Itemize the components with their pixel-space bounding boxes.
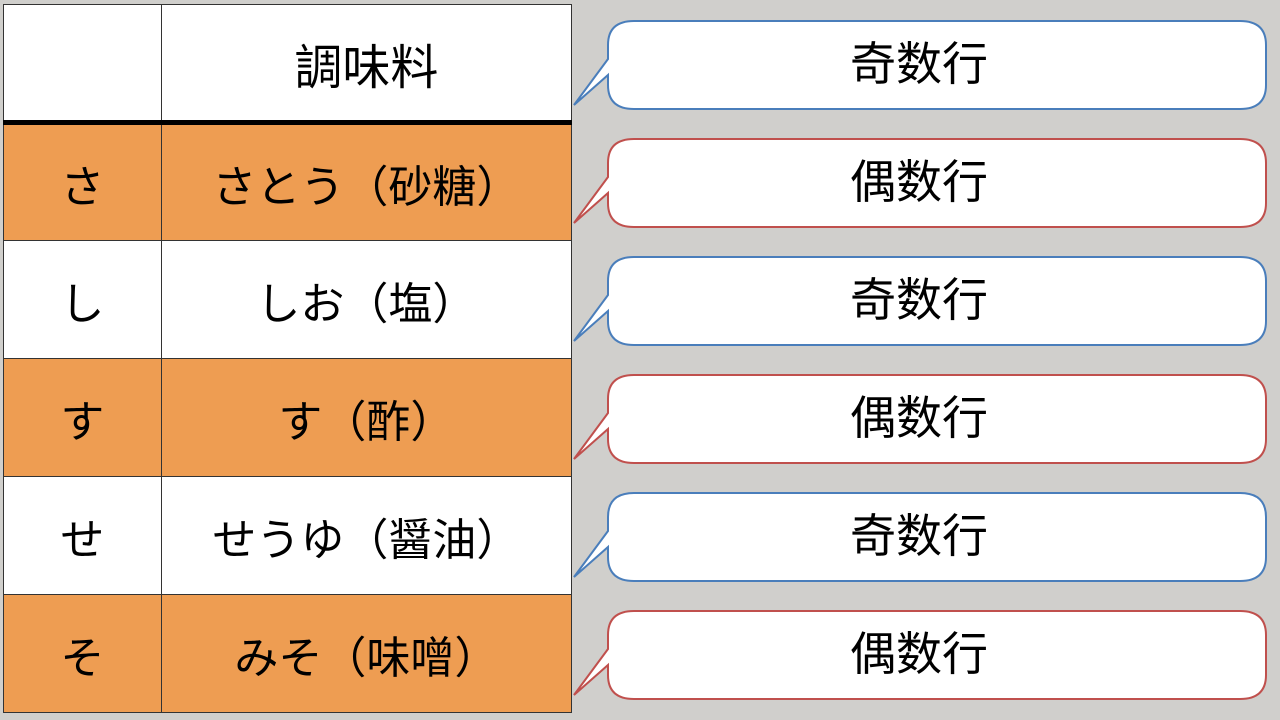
row-value: せうゆ（醤油）: [161, 477, 571, 595]
header-cell-a: [4, 5, 162, 123]
row-key: さ: [4, 123, 162, 241]
row-value: しお（塩）: [161, 241, 571, 359]
callout-label: 奇数行: [608, 251, 1230, 343]
seasoning-table: 調味料 さ さとう（砂糖） し しお（塩） す す（酢） せ せうゆ（醤油） そ…: [3, 4, 572, 713]
callout-label: 奇数行: [608, 487, 1230, 579]
row-key: し: [4, 241, 162, 359]
callout-label: 偶数行: [608, 133, 1230, 225]
callout-label: 偶数行: [608, 605, 1230, 697]
callout-bubble: 偶数行: [608, 133, 1230, 225]
row-key: せ: [4, 477, 162, 595]
callout-bubble: 偶数行: [608, 605, 1230, 697]
row-value: さとう（砂糖）: [161, 123, 571, 241]
table-row: し しお（塩）: [4, 241, 572, 359]
callout-bubble: 奇数行: [608, 15, 1230, 107]
row-value: す（酢）: [161, 359, 571, 477]
table-row: す す（酢）: [4, 359, 572, 477]
row-value: みそ（味噌）: [161, 595, 571, 713]
callout-bubble: 偶数行: [608, 369, 1230, 461]
callout-bubble: 奇数行: [608, 487, 1230, 579]
row-key: そ: [4, 595, 162, 713]
callout-bubble: 奇数行: [608, 251, 1230, 343]
callout-label: 偶数行: [608, 369, 1230, 461]
table-row: さ さとう（砂糖）: [4, 123, 572, 241]
diagram-stage: 調味料 さ さとう（砂糖） し しお（塩） す す（酢） せ せうゆ（醤油） そ…: [0, 0, 1280, 720]
table-row: そ みそ（味噌）: [4, 595, 572, 713]
callout-label: 奇数行: [608, 15, 1230, 107]
table-header-row: 調味料: [4, 5, 572, 123]
table-row: せ せうゆ（醤油）: [4, 477, 572, 595]
row-key: す: [4, 359, 162, 477]
header-cell-b: 調味料: [161, 5, 571, 123]
